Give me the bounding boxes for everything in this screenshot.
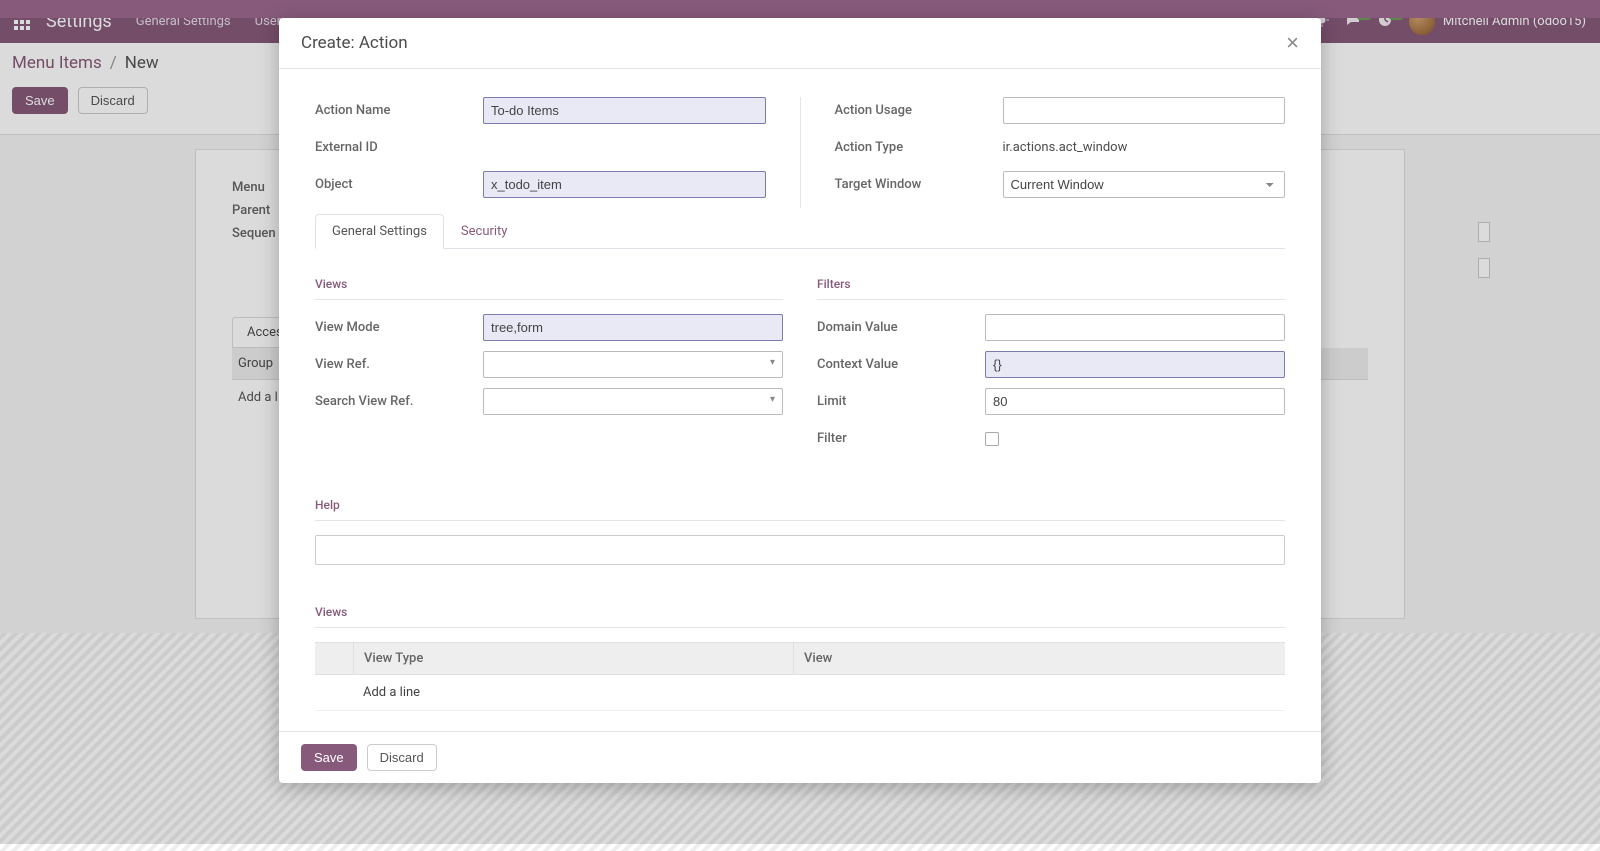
select-target-window[interactable]: Current Window [1003,171,1286,198]
tab-content-cols: Views View Mode View Ref. ▾ Search View … [315,249,1285,462]
label-limit: Limit [817,394,985,409]
modal-discard-button[interactable]: Discard [367,744,437,771]
label-domain-value: Domain Value [817,320,985,335]
modal-body: Action Name External ID Object A [279,69,1321,731]
label-target-window: Target Window [835,177,1003,192]
label-external-id: External ID [315,140,483,155]
input-domain-value[interactable] [985,314,1285,341]
vertical-divider [800,97,801,208]
input-action-usage[interactable] [1003,97,1286,124]
input-object[interactable] [483,171,766,198]
views-table: View Type View Add a line [315,642,1285,711]
input-action-name[interactable] [483,97,766,124]
label-action-usage: Action Usage [835,103,1003,118]
label-object: Object [315,177,483,192]
section-filters: Filters [817,267,1285,291]
input-context-value[interactable] [985,351,1285,378]
modal-title: Create: Action [301,33,408,53]
views-col: Views View Mode View Ref. ▾ Search View … [315,267,783,462]
help-textarea[interactable] [315,535,1285,565]
col-view-type: View Type [353,643,793,674]
label-filter: Filter [817,431,985,446]
section-views: Views [315,267,783,291]
top-left-col: Action Name External ID Object [315,97,766,208]
modal-create-action: Create: Action × Action Name External ID [279,18,1321,783]
label-action-type: Action Type [835,140,1003,155]
modal-backdrop: Create: Action × Action Name External ID [0,0,1600,844]
section-views-2: Views [315,595,1285,619]
modal-save-button[interactable]: Save [301,744,357,771]
tab-general-settings[interactable]: General Settings [315,214,444,249]
label-view-ref: View Ref. [315,357,483,372]
top-right-col: Action Usage Action Type ir.actions.act_… [835,97,1286,208]
modal-tabs: General Settings Security [315,214,1285,249]
label-search-view-ref: Search View Ref. [315,394,483,409]
input-limit[interactable] [985,388,1285,415]
input-search-view-ref[interactable] [483,388,783,415]
label-view-mode: View Mode [315,320,483,335]
modal-header: Create: Action × [279,18,1321,68]
checkbox-filter[interactable] [985,432,999,446]
label-action-name: Action Name [315,103,483,118]
value-action-type: ir.actions.act_window [1003,140,1128,155]
modal-footer: Save Discard [279,731,1321,783]
input-view-mode[interactable] [483,314,783,341]
views-table-head: View Type View [315,642,1285,675]
views-add-line[interactable]: Add a line [315,675,1285,711]
filters-col: Filters Domain Value Context Value Limit [817,267,1285,462]
top-form-cols: Action Name External ID Object A [315,97,1285,208]
tab-security[interactable]: Security [444,214,525,249]
close-icon: × [1286,30,1299,55]
input-view-ref[interactable] [483,351,783,378]
section-help: Help [315,488,1285,512]
label-context-value: Context Value [817,357,985,372]
modal-close-button[interactable]: × [1286,32,1299,54]
col-view: View [793,643,1253,674]
